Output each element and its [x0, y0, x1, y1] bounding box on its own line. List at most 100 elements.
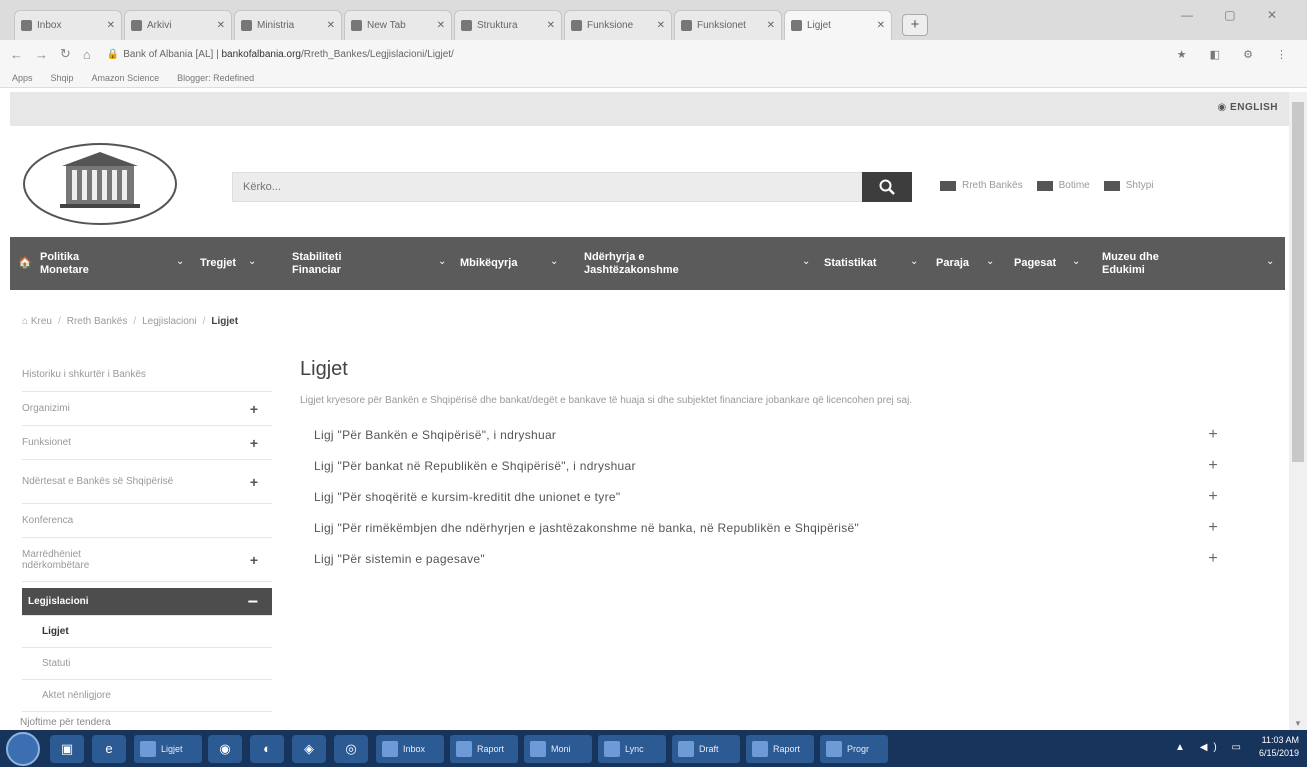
app-icon[interactable]: ◉: [208, 734, 242, 763]
header-link-press[interactable]: Shtypi: [1103, 180, 1154, 191]
expand-icon[interactable]: +: [1208, 426, 1218, 444]
browser-tab[interactable]: New Tab ✕: [344, 10, 452, 40]
bookmark-item[interactable]: Apps: [12, 73, 33, 83]
app-icon[interactable]: ◎: [334, 734, 368, 763]
expand-icon[interactable]: +: [1208, 457, 1218, 475]
law-accordion-item[interactable]: Ligj "Për Bankën e Shqipërisë", i ndrysh…: [300, 419, 1230, 450]
bank-of-albania-logo[interactable]: [20, 140, 180, 228]
taskbar-task[interactable]: Ligjet: [134, 734, 202, 763]
clock-time[interactable]: 11:03 AM: [1262, 735, 1299, 745]
nav-item-supervision[interactable]: Mbikëqyrja: [460, 237, 517, 290]
close-icon[interactable]: ✕: [657, 20, 665, 31]
taskbar-task[interactable]: Moni: [524, 734, 592, 763]
chevron-down-icon[interactable]: ⌄: [1072, 256, 1080, 267]
bookmark-item[interactable]: Amazon Science: [92, 73, 160, 83]
chevron-down-icon[interactable]: ⌄: [176, 256, 184, 267]
close-icon[interactable]: ✕: [547, 20, 555, 31]
browser-tab[interactable]: Funksione ✕: [564, 10, 672, 40]
sidebar-item-conferences[interactable]: Konferenca: [22, 504, 272, 538]
taskbar-task[interactable]: Inbox: [376, 734, 444, 763]
chevron-down-icon[interactable]: ⌄: [986, 256, 994, 267]
window-controls[interactable]: — ▢ ✕: [1181, 8, 1291, 22]
browser-tab-active[interactable]: Ligjet ✕: [784, 10, 892, 40]
browser-tab[interactable]: Ministria ✕: [234, 10, 342, 40]
bookmark-item[interactable]: Shqip: [51, 73, 74, 83]
tray-icons[interactable]: ▲ ◀) ▭: [1175, 741, 1247, 754]
sidebar-subitem-laws[interactable]: Ligjet: [22, 616, 272, 648]
browser-tab[interactable]: Funksionet ✕: [674, 10, 782, 40]
expand-icon[interactable]: +: [1208, 519, 1218, 537]
expand-icon[interactable]: +: [250, 435, 258, 451]
nav-item-payments[interactable]: Pagesat: [1014, 237, 1056, 290]
sidebar-item-history[interactable]: Historiku i shkurtër i Bankës: [22, 358, 272, 392]
sidebar-subitem-statute[interactable]: Statuti: [22, 648, 272, 680]
close-icon[interactable]: ✕: [217, 20, 225, 31]
explorer-icon[interactable]: ▣: [50, 734, 84, 763]
taskbar-task[interactable]: Lync: [598, 734, 666, 763]
taskbar-task[interactable]: Raport: [450, 734, 518, 763]
expand-icon[interactable]: +: [1208, 488, 1218, 506]
expand-icon[interactable]: +: [250, 474, 258, 490]
search-button[interactable]: [862, 172, 912, 202]
nav-home-icon[interactable]: 🏠: [18, 237, 32, 290]
app-icon[interactable]: ◐: [250, 734, 284, 763]
sidebar-subitem-bylaws[interactable]: Aktet nënligjore: [22, 680, 272, 712]
nav-item-statistics[interactable]: Statistikat: [824, 237, 877, 290]
clock-date[interactable]: 6/15/2019: [1259, 748, 1299, 758]
page-scrollbar[interactable]: ▼: [1289, 92, 1307, 730]
new-tab-button[interactable]: +: [902, 14, 928, 36]
taskbar-task[interactable]: Draft: [672, 734, 740, 763]
nav-item-money[interactable]: Paraja: [936, 237, 969, 290]
close-icon[interactable]: ✕: [437, 20, 445, 31]
scrollbar-thumb[interactable]: [1292, 102, 1304, 462]
breadcrumb-item[interactable]: Rreth Bankës: [67, 316, 128, 327]
home-icon[interactable]: ⌂: [83, 47, 91, 62]
sidebar-item-tenders[interactable]: Njoftime për tendera: [20, 717, 111, 728]
close-icon[interactable]: ✕: [327, 20, 335, 31]
law-accordion-item[interactable]: Ligj "Për bankat në Republikën e Shqipër…: [300, 450, 1230, 481]
sidebar-item-legislation[interactable]: Legjislacioni −: [22, 588, 272, 616]
browser-tab[interactable]: Struktura ✕: [454, 10, 562, 40]
language-switch-link[interactable]: ◉ ENGLISH: [1218, 102, 1278, 113]
reload-icon[interactable]: ↻: [60, 46, 71, 62]
expand-icon[interactable]: +: [250, 552, 258, 568]
law-accordion-item[interactable]: Ligj "Për rimëkëmbjen dhe ndërhyrjen e j…: [300, 512, 1230, 543]
chevron-down-icon[interactable]: ⌄: [802, 256, 810, 267]
url-field[interactable]: 🔒 Bank of Albania [AL] | bankofalbania.o…: [103, 44, 1177, 64]
taskbar-task[interactable]: Progr: [820, 734, 888, 763]
chevron-down-icon[interactable]: ⌄: [1266, 256, 1274, 267]
collapse-icon[interactable]: −: [247, 591, 258, 612]
law-accordion-item[interactable]: Ligj "Për shoqëritë e kursim-kreditit dh…: [300, 481, 1230, 512]
ie-icon[interactable]: e: [92, 734, 126, 763]
browser-tab[interactable]: Inbox ✕: [14, 10, 122, 40]
chevron-down-icon[interactable]: ⌄: [438, 256, 446, 267]
chevron-down-icon[interactable]: ⌄: [910, 256, 918, 267]
header-link-publications[interactable]: Botime: [1036, 180, 1090, 191]
close-icon[interactable]: ✕: [767, 20, 775, 31]
nav-item-resolution[interactable]: Ndërhyrja e Jashtëzakonshme: [584, 237, 714, 290]
sidebar-item-organization[interactable]: Organizimi +: [22, 392, 272, 426]
header-link-about[interactable]: Rreth Bankës: [940, 180, 1023, 191]
forward-icon[interactable]: →: [35, 47, 48, 62]
sidebar-item-international-relations[interactable]: Marrëdhëniet ndërkombëtare +: [22, 538, 272, 582]
expand-icon[interactable]: +: [1208, 550, 1218, 568]
start-button[interactable]: [6, 731, 40, 766]
browser-tab[interactable]: Arkivi ✕: [124, 10, 232, 40]
app-icon[interactable]: ◈: [292, 734, 326, 763]
close-icon[interactable]: ✕: [107, 20, 115, 31]
breadcrumb-item[interactable]: Kreu: [31, 316, 52, 327]
chevron-down-icon[interactable]: ⌄: [550, 256, 558, 267]
scroll-down-icon[interactable]: ▼: [1289, 719, 1307, 728]
close-icon[interactable]: ✕: [877, 20, 885, 31]
breadcrumb-item[interactable]: Legjislacioni: [142, 316, 196, 327]
nav-item-financial-stability[interactable]: Stabiliteti Financiar: [292, 237, 362, 290]
sidebar-item-functions[interactable]: Funksionet +: [22, 426, 272, 460]
bookmark-item[interactable]: Blogger: Redefined: [177, 73, 254, 83]
home-icon[interactable]: ⌂: [22, 316, 31, 327]
law-accordion-item[interactable]: Ligj "Për sistemin e pagesave" +: [300, 543, 1230, 574]
search-input[interactable]: [232, 172, 864, 202]
back-icon[interactable]: ←: [10, 47, 23, 62]
nav-item-monetary-policy[interactable]: Politika Monetare: [40, 237, 110, 290]
browser-toolbar-icons[interactable]: ★ ◧ ⚙ ⋮: [1177, 48, 1297, 61]
expand-icon[interactable]: +: [250, 401, 258, 417]
